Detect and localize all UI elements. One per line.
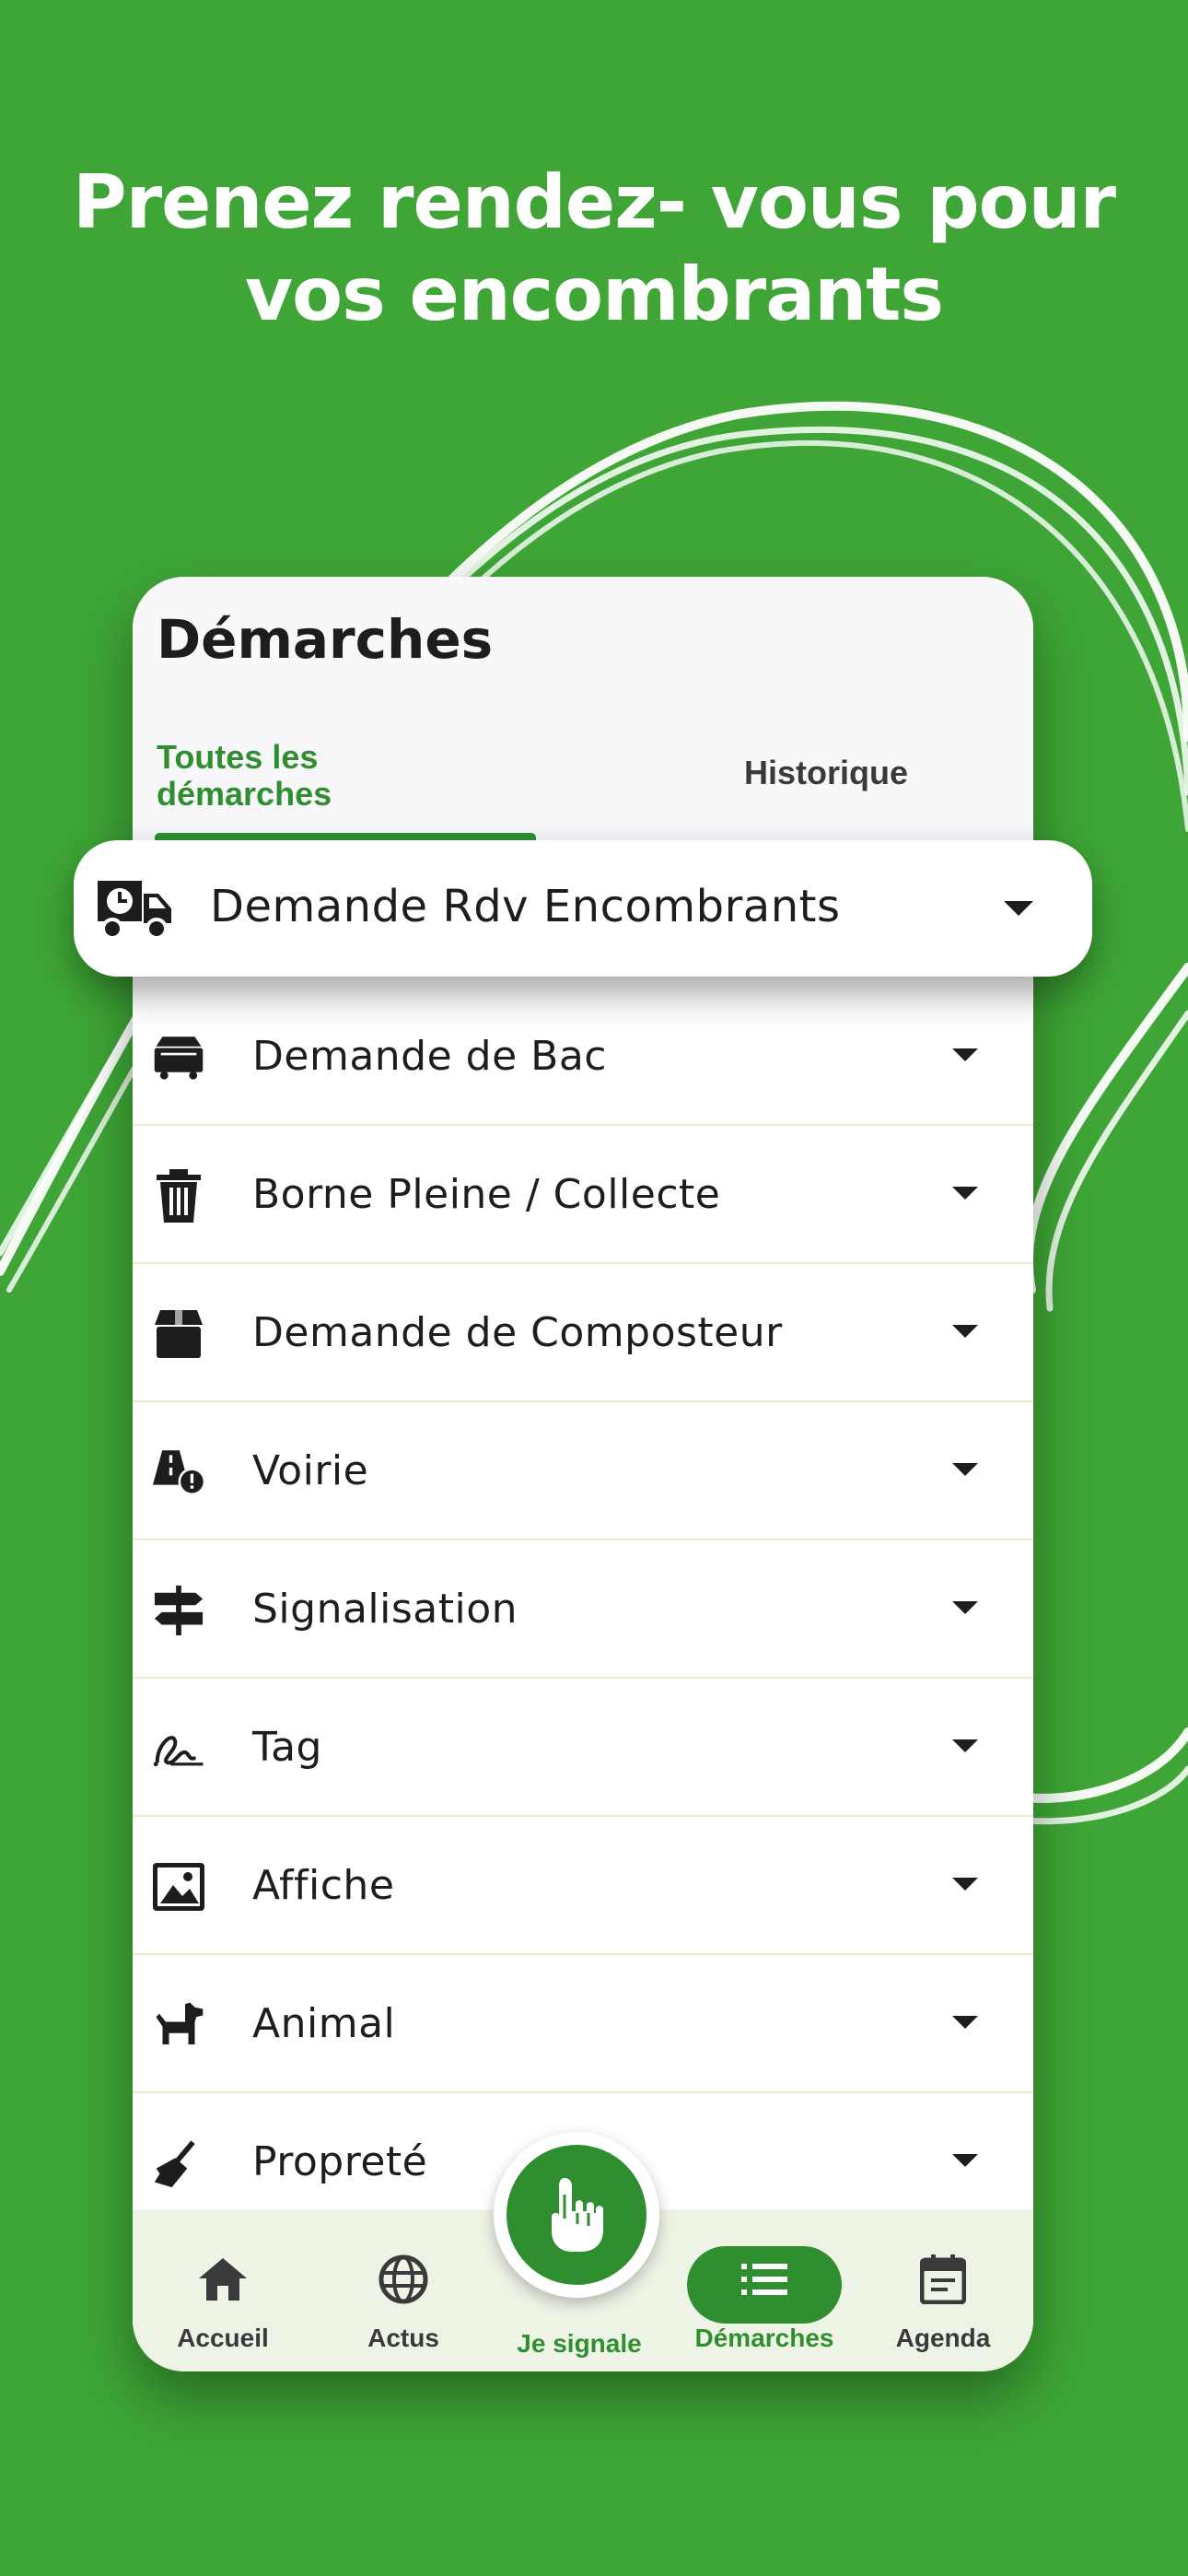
nav-label: Accueil [177,2324,269,2352]
screen-header: Démarches Toutes les démarches Historiqu… [133,577,1033,848]
highlighted-item-rdv-encombrants[interactable]: Demande Rdv Encombrants [74,840,1092,977]
list-item-label: Demande de Bac [252,1032,607,1080]
list-item-borne-pleine[interactable]: Borne Pleine / Collecte [133,1126,1033,1264]
globe-icon [313,2252,494,2307]
dog-icon [153,1999,204,2051]
list-item-label: Propreté [252,2137,428,2185]
list-item-signalisation[interactable]: Signalisation [133,1540,1033,1679]
trash-icon [153,1169,204,1223]
promo-headline: Prenez rendez- vous pour vos encombrants [0,157,1188,341]
tab-all-demarches[interactable]: Toutes les démarches [157,739,451,813]
je-signale-label: Je signale [517,2329,642,2358]
chevron-down-icon [952,1048,978,1061]
chevron-down-icon [952,1187,978,1200]
signature-icon [153,1723,204,1774]
chevron-down-icon [952,1325,978,1338]
nav-accueil[interactable]: Accueil [133,2209,313,2371]
dumpster-icon [153,1032,204,1083]
chevron-down-icon [952,1601,978,1614]
list-icon [674,2252,855,2307]
list-item-label: Borne Pleine / Collecte [252,1170,721,1218]
chevron-down-icon [1004,901,1033,916]
list-item-voirie[interactable]: Voirie [133,1402,1033,1540]
chevron-down-icon [952,2154,978,2167]
home-icon [133,2252,313,2307]
page-title: Démarches [157,608,494,671]
je-signale-fab[interactable] [507,2145,646,2285]
chevron-down-icon [952,1739,978,1752]
nav-label: Agenda [895,2324,991,2352]
list-item-composteur[interactable]: Demande de Composteur [133,1264,1033,1402]
box-icon [153,1308,204,1360]
road-warning-icon [153,1446,204,1498]
list-item-affiche[interactable]: Affiche [133,1817,1033,1955]
promo-headline-line2: vos encombrants [244,252,944,337]
tab-historique[interactable]: Historique [711,754,941,792]
promo-headline-line1: Prenez rendez- vous pour [73,159,1116,245]
list-item-label: Tag [252,1723,322,1771]
chevron-down-icon [952,2016,978,2029]
calendar-icon [853,2252,1033,2307]
signpost-icon [153,1585,204,1636]
broom-icon [153,2137,204,2189]
chevron-down-icon [952,1878,978,1891]
highlighted-item-label: Demande Rdv Encombrants [210,881,841,932]
nav-agenda[interactable]: Agenda [853,2209,1033,2371]
demarches-list: Demande de Bac Borne Pleine / Collecte D… [133,988,1033,2231]
chevron-down-icon [952,1463,978,1476]
image-icon [153,1861,204,1913]
clock-truck-icon [96,877,173,940]
je-signale-button[interactable] [494,2132,659,2298]
list-item-label: Demande de Composteur [252,1308,783,1356]
list-item-label: Signalisation [252,1585,518,1633]
list-item-tag[interactable]: Tag [133,1679,1033,1817]
hand-point-icon [552,2178,603,2252]
list-item-label: Affiche [252,1861,395,1909]
list-item-label: Animal [252,1999,396,2047]
list-item-animal[interactable]: Animal [133,1955,1033,2093]
list-item-demande-de-bac[interactable]: Demande de Bac [133,988,1033,1126]
list-item-label: Voirie [252,1446,369,1494]
